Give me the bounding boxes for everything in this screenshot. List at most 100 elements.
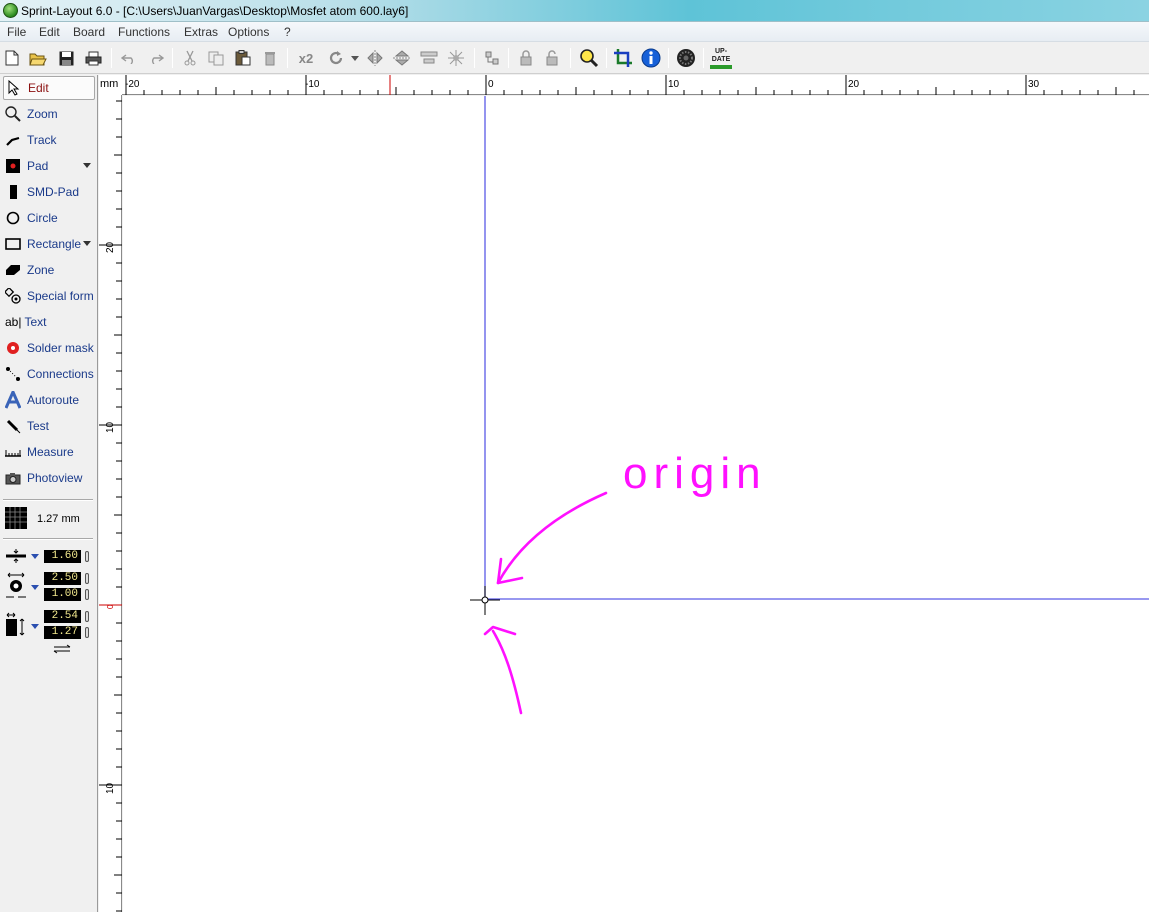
autoroute-icon xyxy=(4,391,22,409)
smd-size-dropdown-icon[interactable] xyxy=(31,624,39,629)
menu-functions[interactable]: Functions xyxy=(115,24,173,40)
special-form-icon xyxy=(4,287,22,305)
text-icon: ab| xyxy=(5,313,21,331)
tool-connections[interactable]: Connections xyxy=(3,362,95,386)
smd-width-spinner[interactable] xyxy=(85,611,89,622)
menu-board[interactable]: Board xyxy=(70,24,108,40)
crop-icon[interactable] xyxy=(612,47,634,69)
tool-autoroute[interactable]: Autoroute xyxy=(3,388,95,412)
ungroup-icon[interactable] xyxy=(481,47,503,69)
smd-pad-icon xyxy=(4,183,22,201)
camera-icon xyxy=(4,469,22,487)
update-icon[interactable]: UP- DATE xyxy=(708,47,734,69)
swap-icon[interactable] xyxy=(52,643,74,657)
tool-text[interactable]: ab| Text xyxy=(3,310,95,334)
pad-outer-field[interactable]: 2.50 xyxy=(44,572,81,585)
paste-icon[interactable] xyxy=(232,47,254,69)
annotation-origin-text: origin xyxy=(623,449,767,498)
ruler-unit: mm xyxy=(100,78,119,90)
track-width-field[interactable]: 1.60 xyxy=(44,550,81,563)
menu-options[interactable]: Options xyxy=(225,24,272,40)
delete-icon[interactable] xyxy=(259,47,281,69)
copy-icon[interactable] xyxy=(205,47,227,69)
pad-inner-field[interactable]: 1.00 xyxy=(44,588,81,601)
grid-value[interactable]: 1.27 mm xyxy=(37,513,80,525)
tool-zone[interactable]: Zone xyxy=(3,258,95,282)
tool-rectangle-label: Rectangle xyxy=(27,237,82,251)
solder-mask-icon xyxy=(4,339,22,357)
grid-icon[interactable] xyxy=(5,507,27,529)
tool-edit[interactable]: Edit xyxy=(3,76,95,100)
menu-extras[interactable]: Extras xyxy=(181,24,221,40)
tool-rectangle[interactable]: Rectangle xyxy=(3,232,95,256)
tool-photoview-label: Photoview xyxy=(27,471,83,485)
tool-special-form-label: Special form xyxy=(27,289,94,303)
title-bar: Sprint-Layout 6.0 - [C:\Users\JuanVargas… xyxy=(0,0,1149,22)
board-canvas[interactable]: origin xyxy=(123,96,1149,912)
tool-connections-label: Connections xyxy=(27,367,94,381)
mirror-vertical-icon[interactable] xyxy=(391,47,413,69)
group-icon[interactable] xyxy=(445,47,467,69)
tool-smd-pad[interactable]: SMD-Pad xyxy=(3,180,95,204)
ruler-top-label-10: 10 xyxy=(668,79,680,90)
ruler-left-label-0: 0 xyxy=(106,604,115,609)
mirror-horizontal-icon[interactable] xyxy=(364,47,386,69)
pad-dropdown-icon[interactable] xyxy=(83,163,91,168)
tool-circle[interactable]: Circle xyxy=(3,206,95,230)
ruler-top: -20 -10 0 10 20 30 xyxy=(122,75,1149,95)
rectangle-icon xyxy=(4,235,22,253)
tool-special-form[interactable]: Special form xyxy=(3,284,95,308)
menu-help[interactable]: ? xyxy=(281,24,294,40)
update-label-2: DATE xyxy=(711,55,731,63)
zoom-icon[interactable] xyxy=(578,47,600,69)
tool-zoom[interactable]: Zoom xyxy=(3,102,95,126)
save-icon[interactable] xyxy=(55,47,77,69)
track-icon xyxy=(4,131,22,149)
photoview-icon[interactable] xyxy=(675,47,697,69)
smd-width-field[interactable]: 2.54 xyxy=(44,610,81,623)
tool-zoom-label: Zoom xyxy=(27,107,58,121)
tool-pad-label: Pad xyxy=(27,159,49,173)
lock-icon[interactable] xyxy=(515,47,537,69)
menu-edit[interactable]: Edit xyxy=(36,24,63,40)
test-probe-icon xyxy=(4,417,22,435)
crosshair-cursor xyxy=(470,586,500,615)
pad-inner-spinner[interactable] xyxy=(85,589,89,600)
ruler-top-svg: -20 -10 0 10 20 30 xyxy=(125,75,1135,95)
pad-outer-spinner[interactable] xyxy=(85,573,89,584)
tool-text-label: Text xyxy=(24,315,47,329)
tool-measure-label: Measure xyxy=(27,445,74,459)
toolbar: x2 UP- DATE xyxy=(0,43,1149,74)
track-width-dropdown-icon[interactable] xyxy=(31,554,39,559)
tool-measure[interactable]: Measure xyxy=(3,440,95,464)
print-icon[interactable] xyxy=(82,47,104,69)
undo-icon[interactable] xyxy=(118,47,140,69)
unlock-icon[interactable] xyxy=(541,47,563,69)
info-icon[interactable] xyxy=(640,47,662,69)
menu-file[interactable]: File xyxy=(4,24,29,40)
tool-test[interactable]: Test xyxy=(3,414,95,438)
open-folder-icon[interactable] xyxy=(27,47,49,69)
rectangle-dropdown-icon[interactable] xyxy=(83,241,91,246)
duplicate-x2-icon[interactable]: x2 xyxy=(294,47,318,69)
connections-icon xyxy=(4,365,22,383)
ruler-left-label-10: 10 xyxy=(105,421,116,433)
pad-size-dropdown-icon[interactable] xyxy=(31,585,39,590)
track-width-spinner[interactable] xyxy=(85,551,89,562)
redo-icon[interactable] xyxy=(145,47,167,69)
tool-pad[interactable]: Pad xyxy=(3,154,95,178)
smd-height-spinner[interactable] xyxy=(85,627,89,638)
cut-icon[interactable] xyxy=(179,47,201,69)
annotation-arrow-top xyxy=(496,491,608,585)
rotate-icon[interactable] xyxy=(325,47,347,69)
tool-photoview[interactable]: Photoview xyxy=(3,466,95,490)
ruler-top-label-30: 30 xyxy=(1028,79,1040,90)
tool-solder-mask[interactable]: Solder mask xyxy=(3,336,95,360)
align-icon[interactable] xyxy=(418,47,440,69)
smd-height-field[interactable]: 1.27 xyxy=(44,626,81,639)
tool-zone-label: Zone xyxy=(27,263,55,277)
new-file-icon[interactable] xyxy=(1,47,23,69)
track-width-icon xyxy=(5,549,27,566)
rotate-dropdown-icon[interactable] xyxy=(351,56,359,61)
tool-track[interactable]: Track xyxy=(3,128,95,152)
